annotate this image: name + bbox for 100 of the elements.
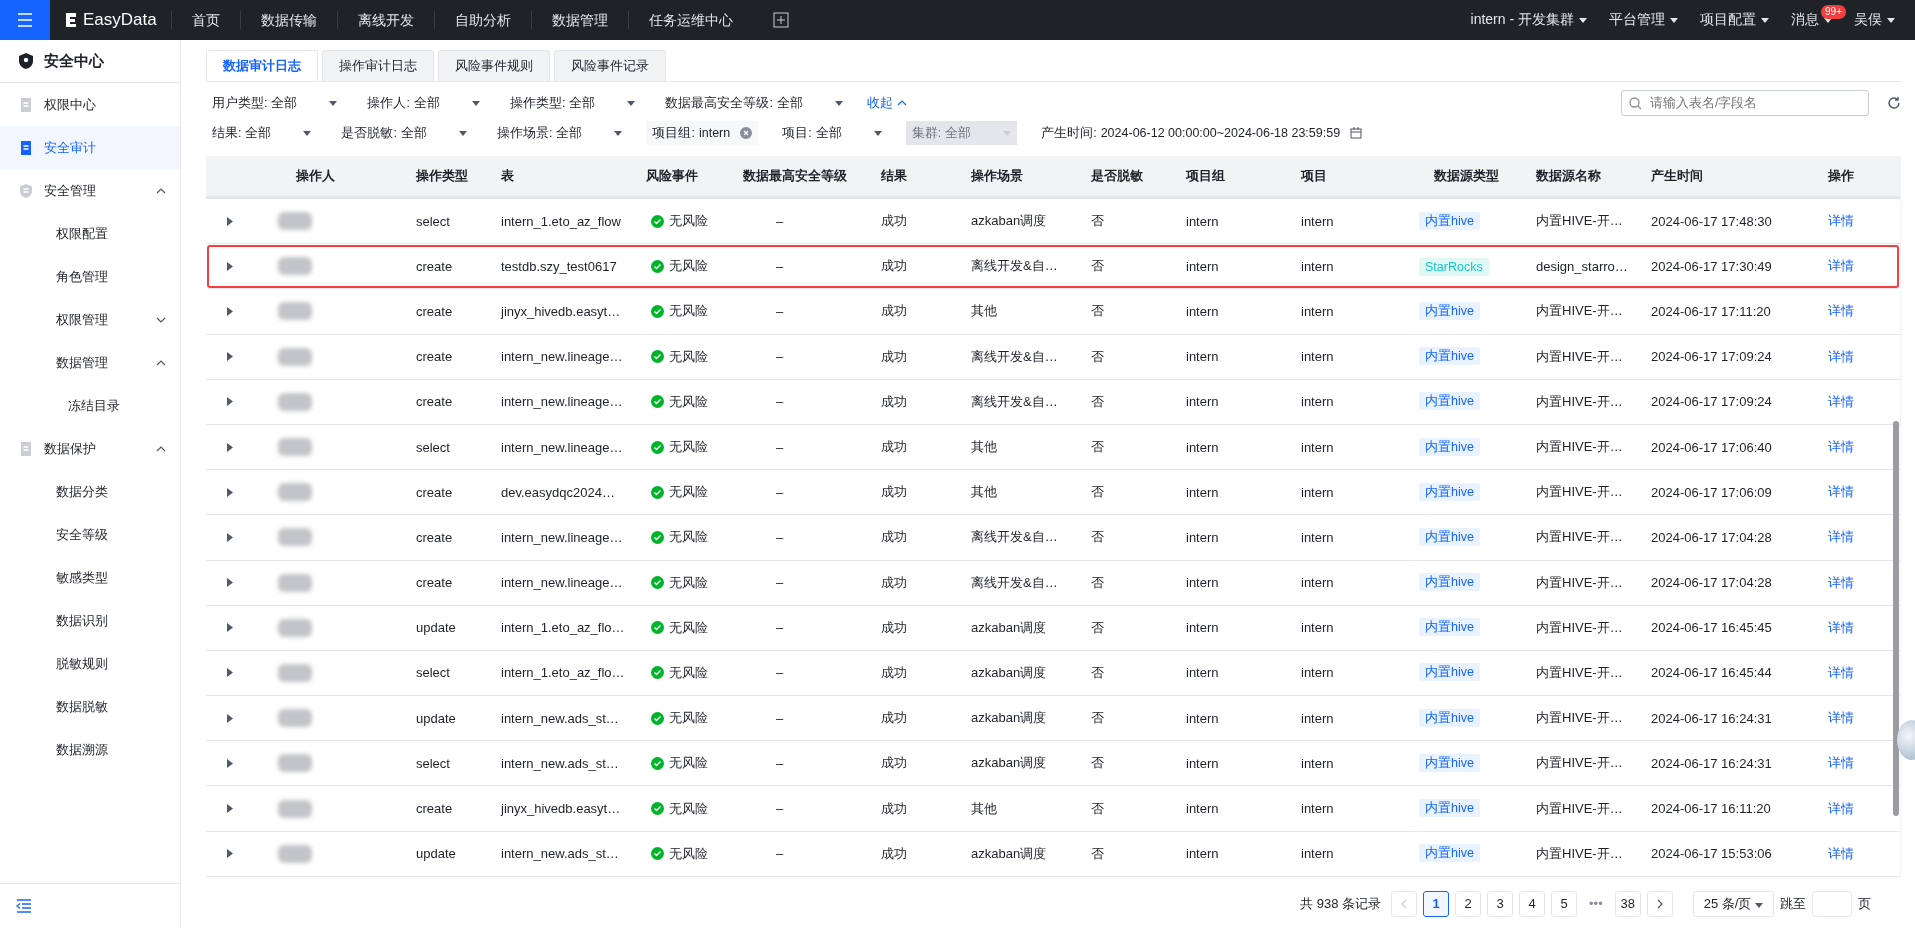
- details-link[interactable]: 详情: [1828, 303, 1854, 319]
- tab[interactable]: 风险事件规则: [438, 50, 550, 81]
- details-link[interactable]: 详情: [1828, 800, 1854, 816]
- risk-status: 无风险: [669, 483, 708, 502]
- top-menu[interactable]: 项目配置: [1700, 11, 1769, 29]
- scrollbar[interactable]: [1893, 421, 1899, 816]
- sidebar-item[interactable]: 冻结目录: [0, 384, 180, 427]
- nav-link[interactable]: 任务运维中心: [627, 11, 753, 29]
- expand-row-icon[interactable]: [226, 668, 234, 678]
- refresh-icon[interactable]: [1887, 96, 1901, 110]
- nav-link[interactable]: 首页: [170, 11, 240, 29]
- details-link[interactable]: 详情: [1828, 484, 1854, 500]
- table-cell-text: azkaban调度: [970, 754, 1048, 773]
- collapse-sidebar-icon[interactable]: [16, 899, 32, 913]
- expand-row-icon[interactable]: [226, 758, 234, 768]
- expand-row-icon[interactable]: [226, 352, 234, 362]
- filter-select[interactable]: 结果: 全部: [206, 121, 318, 145]
- page-size-select[interactable]: 25 条/页: [1692, 890, 1774, 917]
- nav-link[interactable]: 自助分析: [433, 11, 531, 29]
- filter-select[interactable]: 项目组: intern: [646, 121, 759, 145]
- details-link[interactable]: 详情: [1828, 393, 1854, 409]
- filter-select[interactable]: 项目: 全部: [776, 121, 888, 145]
- expand-row-icon[interactable]: [226, 487, 234, 497]
- sidebar-item[interactable]: 脱敏规则: [0, 642, 180, 685]
- collapse-link[interactable]: 收起: [866, 94, 907, 112]
- details-link[interactable]: 详情: [1828, 755, 1854, 771]
- details-link[interactable]: 详情: [1828, 213, 1854, 229]
- sidebar-item[interactable]: 安全审计: [0, 126, 180, 169]
- table-cell-text: 离线开发&自…: [970, 257, 1059, 276]
- details-link[interactable]: 详情: [1828, 574, 1854, 590]
- expand-row-icon[interactable]: [226, 849, 234, 859]
- tab[interactable]: 操作审计日志: [322, 50, 434, 81]
- top-menu[interactable]: 平台管理: [1609, 11, 1678, 29]
- nav-link[interactable]: 数据传输: [239, 11, 337, 29]
- top-menu[interactable]: 吴俣: [1854, 11, 1895, 29]
- filter-select[interactable]: 数据最高安全等级: 全部: [659, 91, 849, 115]
- expand-row-icon[interactable]: [226, 442, 234, 452]
- expand-row-icon[interactable]: [226, 804, 234, 814]
- filter-select[interactable]: 用户类型: 全部: [206, 91, 344, 115]
- sidebar-item[interactable]: 安全管理: [0, 169, 180, 212]
- sidebar-item[interactable]: 数据溯源: [0, 728, 180, 771]
- filter-select[interactable]: 操作人: 全部: [361, 91, 486, 115]
- sidebar-title: 安全中心: [44, 51, 104, 71]
- table-cell-text: select: [415, 665, 451, 681]
- tab[interactable]: 风险事件记录: [554, 50, 666, 81]
- table-cell-text: intern: [1185, 258, 1220, 274]
- details-link[interactable]: 详情: [1828, 845, 1854, 861]
- nav-link[interactable]: 数据管理: [530, 11, 628, 29]
- sidebar-item[interactable]: 数据识别: [0, 599, 180, 642]
- column-header: 数据最高安全等级: [742, 167, 848, 185]
- expand-row-icon[interactable]: [226, 306, 234, 316]
- nav-link[interactable]: 离线开发: [336, 11, 434, 29]
- top-menu[interactable]: intern - 开发集群: [1470, 11, 1587, 29]
- details-link[interactable]: 详情: [1828, 710, 1854, 726]
- sidebar-item[interactable]: 权限中心: [0, 83, 180, 126]
- sidebar-item[interactable]: 数据脱敏: [0, 685, 180, 728]
- details-link[interactable]: 详情: [1828, 439, 1854, 455]
- sidebar-item[interactable]: 敏感类型: [0, 556, 180, 599]
- filter-select[interactable]: 是否脱敏: 全部: [335, 121, 473, 145]
- clear-icon[interactable]: [740, 127, 753, 139]
- sidebar-item[interactable]: 数据分类: [0, 470, 180, 513]
- table-cell-text: intern: [1300, 484, 1335, 500]
- sidebar-item[interactable]: 安全等级: [0, 513, 180, 556]
- page-button[interactable]: 5: [1551, 890, 1578, 917]
- table-cell-text: 2024-06-17 16:11:20: [1651, 801, 1772, 817]
- sidebar-item[interactable]: 角色管理: [0, 255, 180, 298]
- expand-row-icon[interactable]: [226, 623, 234, 633]
- sidebar-item[interactable]: 数据保护: [0, 427, 180, 470]
- expand-row-icon[interactable]: [226, 578, 234, 588]
- page-button[interactable]: 4: [1519, 890, 1546, 917]
- table-cell-text: 2024-06-17 17:06:09: [1651, 484, 1773, 500]
- page-button[interactable]: 38: [1614, 890, 1641, 917]
- add-square-icon[interactable]: [772, 12, 789, 28]
- expand-row-icon[interactable]: [226, 397, 234, 407]
- table-cell-text: azkaban调度: [970, 212, 1048, 231]
- expand-row-icon[interactable]: [226, 713, 234, 723]
- column-header: 操作场景: [970, 167, 1024, 185]
- filter-select[interactable]: 操作场景: 全部: [490, 121, 629, 145]
- expand-row-icon[interactable]: [226, 216, 234, 226]
- table-cell-text: update: [415, 710, 457, 726]
- sidebar-item[interactable]: 权限配置: [0, 212, 180, 255]
- details-link[interactable]: 详情: [1828, 664, 1854, 680]
- search-field[interactable]: 请输入表名/字段名: [1621, 90, 1869, 116]
- page-button[interactable]: 1: [1423, 890, 1450, 917]
- details-link[interactable]: 详情: [1828, 258, 1854, 274]
- expand-row-icon[interactable]: [226, 261, 234, 271]
- page-button[interactable]: 2: [1455, 890, 1482, 917]
- sidebar-item[interactable]: 数据管理: [0, 341, 180, 384]
- details-link[interactable]: 详情: [1828, 619, 1854, 635]
- details-link[interactable]: 详情: [1828, 529, 1854, 545]
- page-button[interactable]: 3: [1487, 890, 1514, 917]
- menu-button[interactable]: [0, 0, 50, 40]
- sidebar-item[interactable]: 权限管理: [0, 298, 180, 341]
- details-link[interactable]: 详情: [1828, 348, 1854, 364]
- filter-select[interactable]: 产生时间: 2024-06-12 00:00:00~2024-06-18 23:59:59: [1035, 121, 1369, 145]
- tab[interactable]: 数据审计日志: [206, 50, 318, 81]
- filter-select[interactable]: 操作类型: 全部: [503, 91, 642, 115]
- table-cell-text: 2024-06-17 17:11:20: [1651, 303, 1772, 319]
- expand-row-icon[interactable]: [226, 532, 234, 542]
- page-jump-field[interactable]: [1812, 890, 1852, 917]
